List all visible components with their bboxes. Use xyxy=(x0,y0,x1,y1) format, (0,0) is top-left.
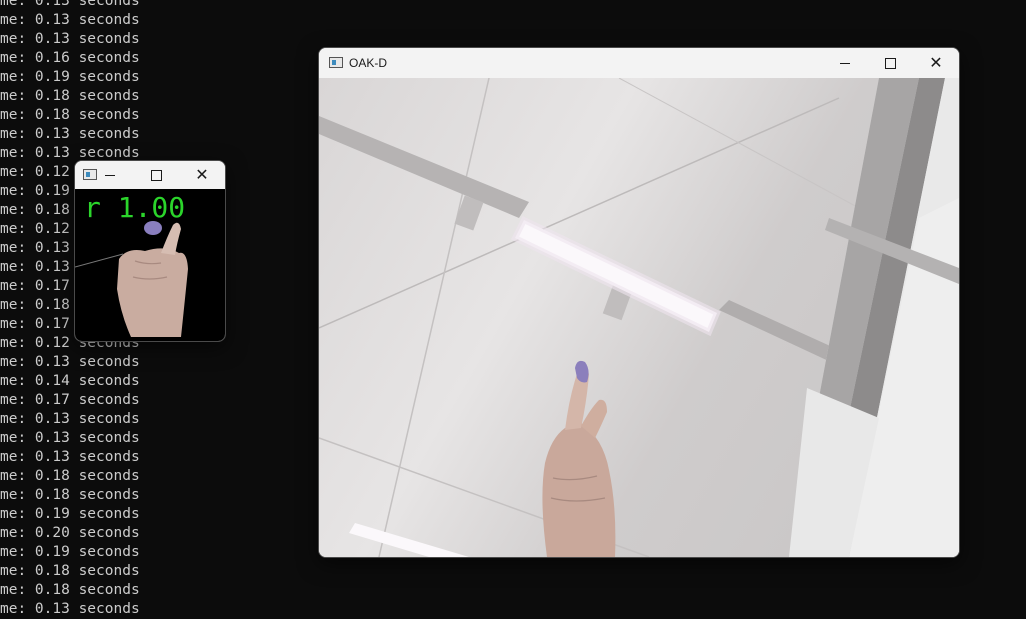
terminal-line: me: 0.14 seconds xyxy=(0,373,140,389)
maximize-button[interactable] xyxy=(133,161,179,189)
close-icon: ✕ xyxy=(195,165,209,184)
camera-feed xyxy=(319,78,959,557)
terminal-line: me: 0.18 seconds xyxy=(0,107,140,123)
hand-crop-window[interactable]: ✕ r 1.00 xyxy=(74,160,226,342)
terminal-line: me: 0.20 seconds xyxy=(0,525,140,541)
terminal-line: me: 0.13 seconds xyxy=(0,126,140,142)
minimize-icon xyxy=(840,62,850,64)
terminal-line: me: 0.13 seconds xyxy=(0,449,140,465)
terminal-line: me: 0.16 seconds xyxy=(0,50,140,66)
terminal-line: me: 0.18 seconds xyxy=(0,563,140,579)
terminal-line: me: 0.13 seconds xyxy=(0,31,140,47)
terminal-line: me: 0.13 seconds xyxy=(0,12,140,28)
maximize-icon xyxy=(884,57,896,69)
terminal-line: me: 0.13 seconds xyxy=(0,601,140,617)
terminal-line: me: 0.13 seconds xyxy=(0,411,140,427)
terminal-line: me: 0.18 seconds xyxy=(0,88,140,104)
maximize-button[interactable] xyxy=(867,48,913,78)
terminal-line: me: 0.13 seconds xyxy=(0,354,140,370)
title-bar[interactable]: OAK-D ✕ xyxy=(319,48,959,78)
close-button[interactable]: ✕ xyxy=(179,161,225,189)
terminal-line: me: 0.19 seconds xyxy=(0,544,140,560)
close-icon: ✕ xyxy=(929,53,943,72)
app-window-icon xyxy=(329,57,343,68)
terminal-line: me: 0.18 seconds xyxy=(0,468,140,484)
minimize-button[interactable] xyxy=(822,48,868,78)
maximize-icon xyxy=(150,169,162,181)
oak-d-window[interactable]: OAK-D ✕ xyxy=(318,47,960,558)
terminal-line: me: 0.17 seconds xyxy=(0,392,140,408)
hand-crop-view: r 1.00 xyxy=(75,189,225,341)
terminal-line: me: 0.19 seconds xyxy=(0,69,140,85)
minimize-button[interactable] xyxy=(87,161,133,189)
terminal-line: me: 0.13 seconds xyxy=(0,0,140,9)
window-title: OAK-D xyxy=(349,56,388,70)
terminal-line: me: 0.19 seconds xyxy=(0,506,140,522)
minimize-icon xyxy=(105,174,115,176)
close-button[interactable]: ✕ xyxy=(913,48,959,78)
terminal-line: me: 0.13 seconds xyxy=(0,430,140,446)
confidence-label: r 1.00 xyxy=(84,191,186,224)
title-bar[interactable]: ✕ xyxy=(75,161,225,189)
terminal-line: me: 0.18 seconds xyxy=(0,582,140,598)
camera-frame xyxy=(319,78,959,557)
terminal-line: me: 0.18 seconds xyxy=(0,487,140,503)
